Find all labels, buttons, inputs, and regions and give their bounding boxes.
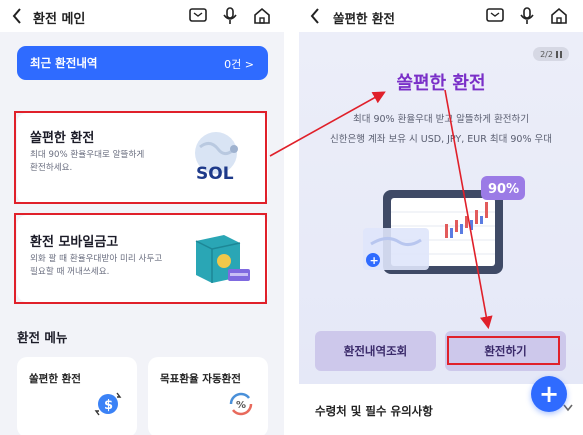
banner-pager[interactable]: 2/2 [533,47,569,61]
exchange-main-screen: 환전 메인 최근 환전내역 0건 > 쏠편한 환전 최대 90% 환율우대로 알… [0,0,284,435]
banner-subtitle-2: 신한은행 계좌 보유 시 USD, JPY, EUR 최대 90% 우대 [330,134,552,145]
home-icon[interactable] [252,6,272,26]
menu-item-sol-exchange[interactable]: 쏠편한 환전 $ [17,357,137,435]
svg-text:SOL: SOL [196,164,234,184]
recent-exchange-count: 0건 > [224,58,254,71]
recent-exchange-label: 최근 환전내역 [30,56,98,70]
page-title: 환전 메인 [33,12,86,27]
home-icon[interactable] [549,6,569,26]
refresh-percent-icon: % [229,392,253,416]
add-fab-button[interactable]: + [531,376,567,412]
top-bar: 쏠편한 환전 [299,0,583,32]
chat-help-icon[interactable] [485,6,505,26]
svg-text:%: % [236,400,246,411]
sol-globe-icon: SOL [195,132,238,184]
exchange-menu-heading: 환전 메뉴 [17,330,68,345]
dollar-exchange-icon: $ [94,392,122,416]
card-title: 환전 모바일금고 [30,235,119,250]
notice-title: 수령처 및 필수 유의사항 [315,404,433,418]
banner-subtitle-1: 최대 90% 환율우대 받고 알뜰하게 환전하기 [352,114,530,125]
sol-exchange-intro-screen: 쏠편한 환전 2/2 쏠편한 환전 최대 90% 환율우대 받고 알뜰하게 환전… [299,0,583,435]
chevron-down-icon [563,404,573,412]
exchange-button[interactable]: 환전하기 [445,331,566,371]
card-title: 쏠편한 환전 [30,131,95,146]
menu-item-label: 목표환율 자동환전 [160,373,241,385]
laptop-chart-illustration: + 90% [363,176,525,274]
card-description: 최대 90% 환율우대로 알뜰하게 환전하세요. [30,150,145,173]
top-bar: 환전 메인 [0,0,284,32]
exchange-history-button[interactable]: 환전내역조회 [315,331,436,371]
back-chevron-icon[interactable] [9,7,25,25]
menu-item-label: 쏠편한 환전 [29,373,81,385]
svg-text:+: + [370,254,379,267]
chat-help-icon[interactable] [188,6,208,26]
recent-exchange-history-button[interactable]: 최근 환전내역 0건 > [17,46,268,80]
safe-box-icon [195,235,250,283]
card-description: 외화 팔 때 환율우대받아 미리 사두고 필요할 때 꺼내쓰세요. [30,254,163,277]
microphone-icon[interactable] [517,6,537,26]
microphone-icon[interactable] [220,6,240,26]
svg-text:$: $ [104,398,113,413]
discount-badge: 90% [488,182,519,197]
page-title: 쏠편한 환전 [333,11,395,26]
pause-icon[interactable] [555,50,562,58]
mobile-safe-card[interactable]: 환전 모바일금고 외화 팔 때 환율우대받아 미리 사두고 필요할 때 꺼내쓰세… [17,215,268,302]
sol-exchange-card[interactable]: 쏠편한 환전 최대 90% 환율우대로 알뜰하게 환전하세요. SOL [17,113,268,204]
back-chevron-icon[interactable] [310,7,324,25]
menu-item-target-rate-auto-exchange[interactable]: 목표환율 자동환전 % [148,357,268,435]
banner-title: 쏠편한 환전 [396,73,486,94]
